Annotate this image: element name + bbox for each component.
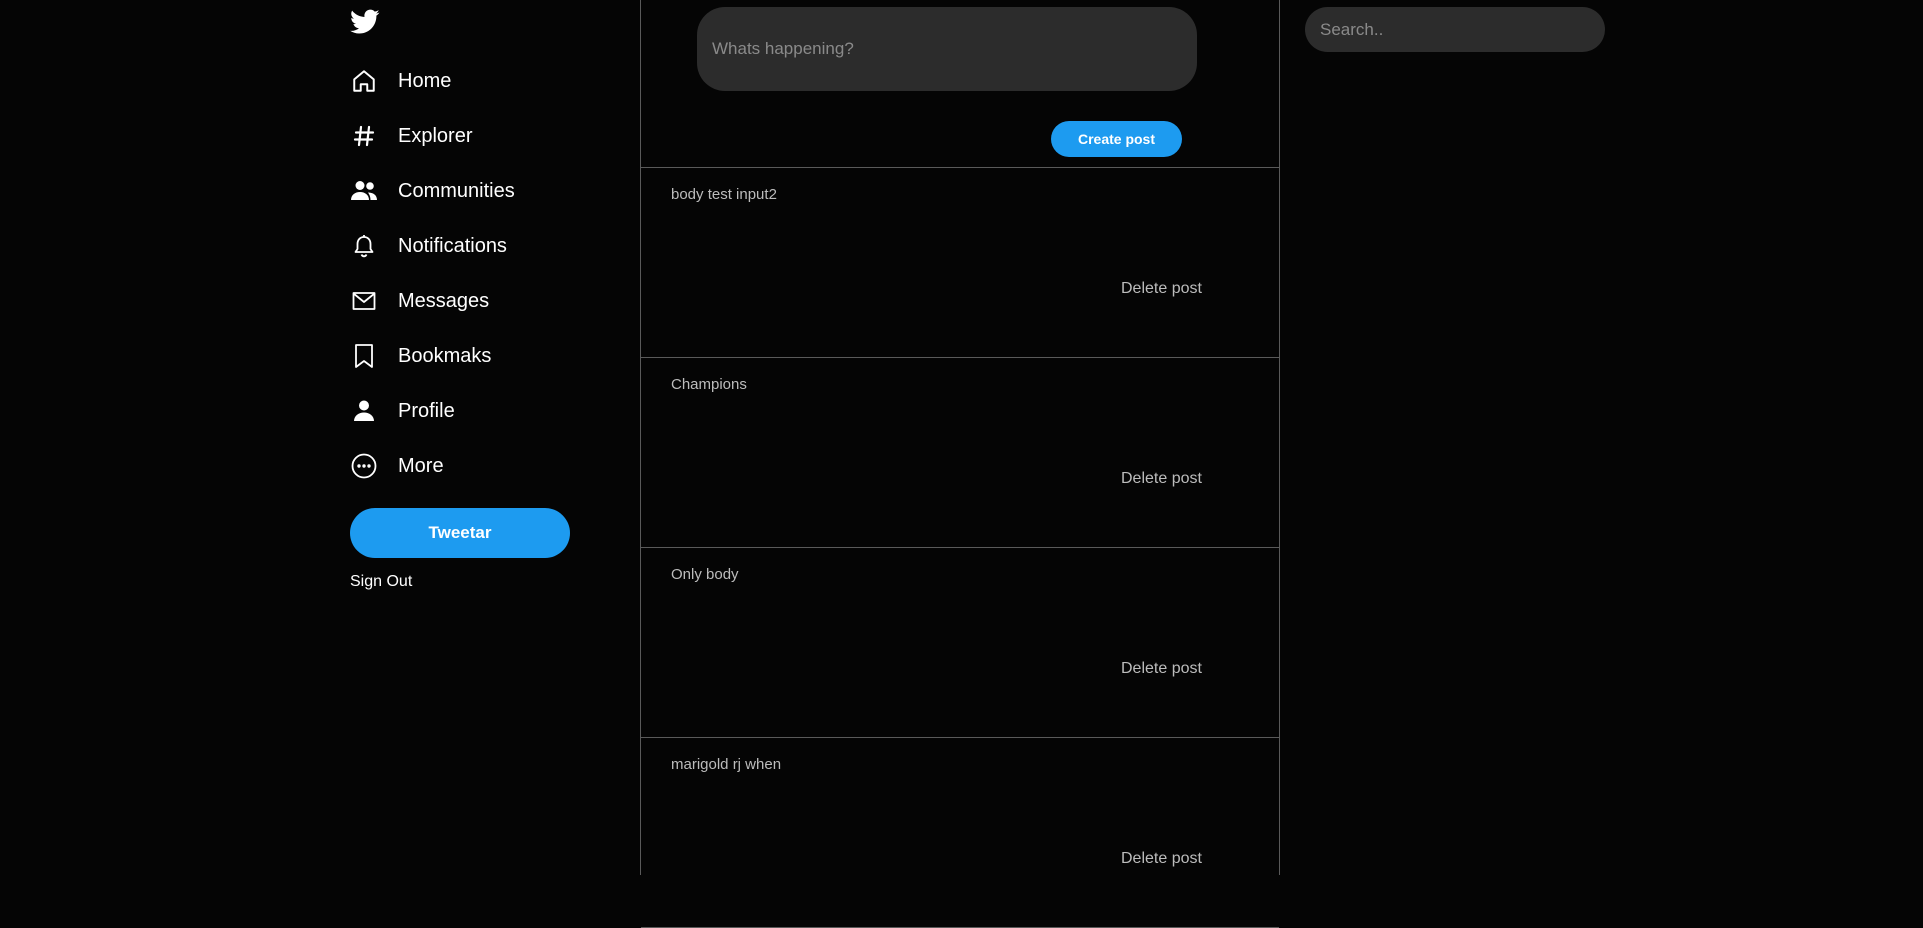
sidebar-item-messages[interactable]: Messages (350, 281, 590, 321)
bell-icon (350, 232, 378, 260)
sidebar-item-label: Communities (398, 179, 515, 202)
sidebar-item-notifications[interactable]: Notifications (350, 226, 590, 266)
post-body: Only body (671, 566, 739, 583)
delete-post-button[interactable]: Delete post (1121, 470, 1202, 488)
sidebar-item-more[interactable]: More (350, 446, 590, 486)
sidebar-item-label: Bookmaks (398, 344, 492, 367)
feed: Create post body test input2 Delete post… (640, 0, 1280, 928)
post-body: body test input2 (671, 186, 777, 203)
search-input[interactable] (1305, 7, 1605, 52)
sidebar-item-explorer[interactable]: Explorer (350, 116, 590, 156)
sidebar-item-label: Notifications (398, 234, 507, 257)
create-post-button[interactable]: Create post (1051, 121, 1182, 157)
people-icon (350, 177, 378, 205)
sidebar-item-communities[interactable]: Communities (350, 171, 590, 211)
hashtag-icon (350, 122, 378, 150)
delete-post-button[interactable]: Delete post (1121, 850, 1202, 868)
person-icon (350, 397, 378, 425)
sidebar-item-label: Explorer (398, 124, 473, 147)
bookmark-icon (350, 342, 378, 370)
post-composer: Create post (641, 0, 1279, 168)
sidebar-item-label: Messages (398, 289, 490, 312)
post-body: Champions (671, 376, 747, 393)
delete-post-button[interactable]: Delete post (1121, 660, 1202, 678)
envelope-icon (350, 287, 378, 315)
sidebar-item-label: Profile (398, 399, 455, 422)
post-body: marigold rj when (671, 756, 782, 773)
sidebar-item-profile[interactable]: Profile (350, 391, 590, 431)
more-circle-icon (350, 452, 378, 480)
twitter-bird-icon[interactable] (350, 9, 384, 39)
post-item: body test input2 Delete post (641, 168, 1279, 358)
post-item: Champions Delete post (641, 358, 1279, 548)
sidebar-item-label: Home (398, 69, 452, 92)
whats-happening-input[interactable] (697, 7, 1197, 91)
sidebar: Home Explorer Communities Notifications … (350, 0, 590, 875)
sidebar-item-home[interactable]: Home (350, 61, 590, 101)
post-item: marigold rj when Delete post (641, 738, 1279, 928)
delete-post-button[interactable]: Delete post (1121, 280, 1202, 298)
sidebar-item-bookmarks[interactable]: Bookmaks (350, 336, 590, 376)
post-item: Only body Delete post (641, 548, 1279, 738)
sidebar-item-label: More (398, 454, 444, 477)
sign-out-link[interactable]: Sign Out (350, 573, 412, 591)
home-icon (350, 67, 378, 95)
tweet-button[interactable]: Tweetar (350, 508, 570, 558)
